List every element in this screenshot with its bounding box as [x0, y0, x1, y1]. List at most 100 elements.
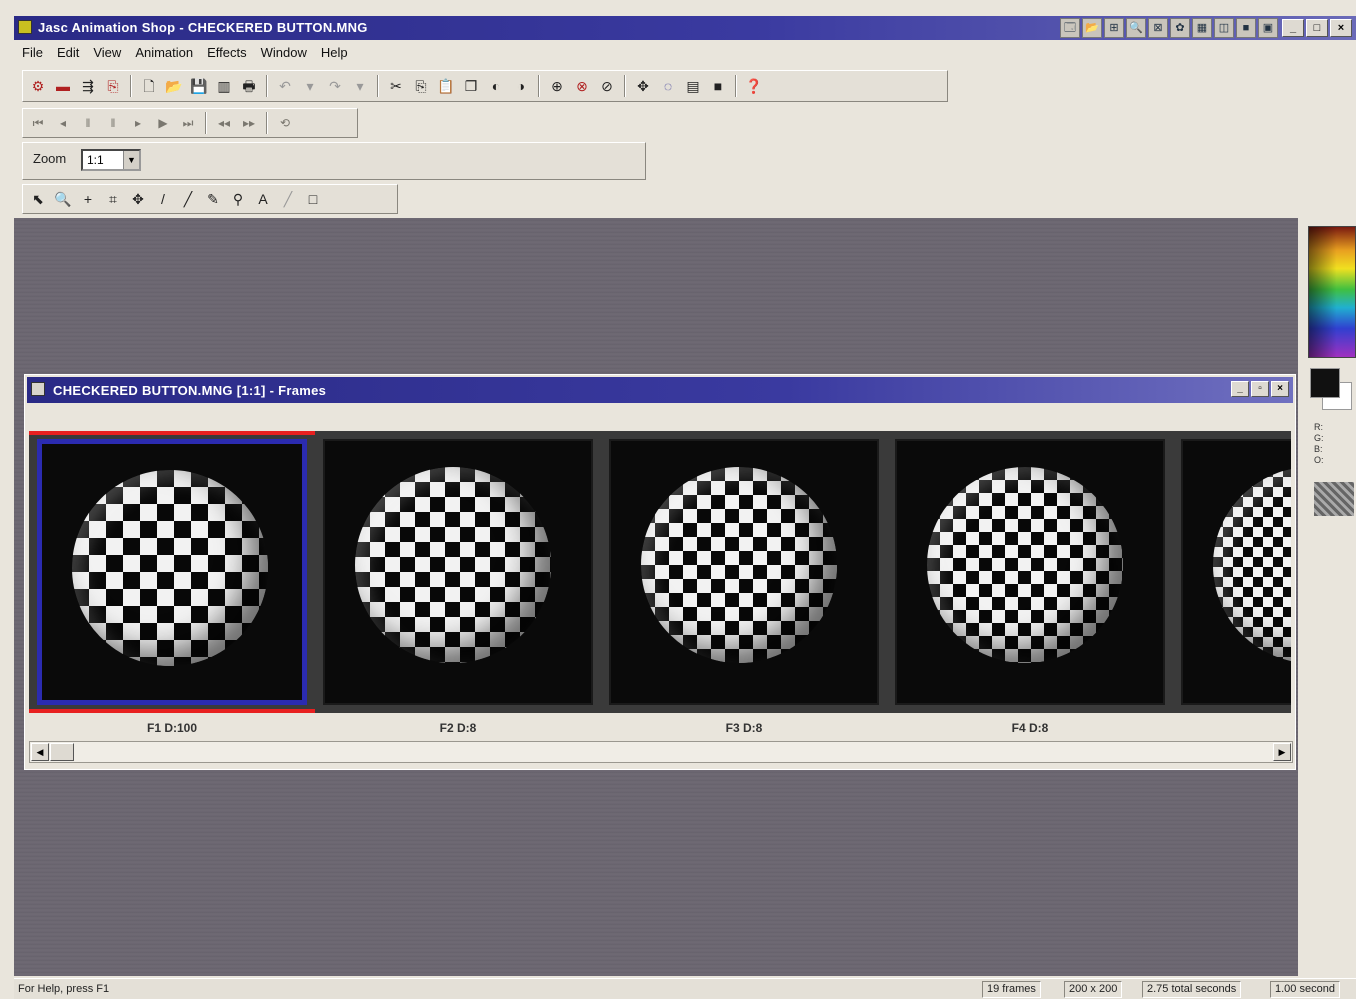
help-icon[interactable]: ❓ — [743, 75, 765, 97]
undo-dropdown-icon[interactable]: ▾ — [299, 75, 321, 97]
app-icon[interactable] — [18, 20, 32, 34]
rectangle-tool-icon[interactable]: □ — [302, 188, 324, 210]
copy-icon[interactable]: ⎘ — [410, 75, 432, 97]
menu-view[interactable]: View — [93, 42, 121, 64]
toolbar-separator — [735, 75, 737, 97]
quick-icon-3[interactable]: ⊞ — [1104, 18, 1124, 38]
frame-label-2: F2 D:8 — [439, 721, 477, 735]
quick-icon-6[interactable]: ✿ — [1170, 18, 1190, 38]
color-palette: R: G: B: O: — [1302, 222, 1356, 522]
menu-edit[interactable]: Edit — [57, 42, 79, 64]
paintbrush-tool-icon[interactable]: / — [152, 188, 174, 210]
zoom-select[interactable]: 1:1 ▼ — [81, 149, 141, 171]
new-icon[interactable]: 🗋 — [138, 75, 160, 97]
crosshair-tool-icon[interactable]: + — [77, 188, 99, 210]
horizontal-scrollbar[interactable]: ◀ ▶ — [29, 741, 1293, 763]
line-tool-icon[interactable]: ╱ — [277, 188, 299, 210]
quick-icon-1[interactable]: 🗔 — [1060, 18, 1080, 38]
banner-icon[interactable]: ▬ — [52, 75, 74, 97]
frame-thumbnail-1[interactable] — [29, 431, 315, 713]
crop-tool-icon[interactable]: ⌗ — [102, 188, 124, 210]
text-tool-icon[interactable]: A — [252, 188, 274, 210]
loop-icon[interactable]: ⟲ — [274, 112, 296, 134]
fill-tool-icon[interactable]: ⚲ — [227, 188, 249, 210]
close-button[interactable]: × — [1330, 19, 1352, 37]
frame-cell — [37, 439, 307, 705]
quick-icon-5[interactable]: ⊠ — [1148, 18, 1168, 38]
paste-icon[interactable]: 📋 — [435, 75, 457, 97]
rewind-icon[interactable]: ◂◂ — [213, 112, 235, 134]
undo-icon[interactable]: ↶ — [274, 75, 296, 97]
toolbar-separator — [538, 75, 540, 97]
restore-button[interactable]: ▫ — [1251, 381, 1269, 397]
black-fill-icon[interactable]: ■ — [707, 75, 729, 97]
quick-icon-2[interactable]: 📂 — [1082, 18, 1102, 38]
insert-frame-icon[interactable]: ⊕ — [546, 75, 568, 97]
optimize-icon[interactable]: ⇶ — [77, 75, 99, 97]
view-icon[interactable]: ✥ — [632, 75, 654, 97]
app-title: Jasc Animation Shop - CHECKERED BUTTON.M… — [38, 20, 368, 35]
crop-icon[interactable]: ⊘ — [596, 75, 618, 97]
frame-labels: F1 D:100 F2 D:8 F3 D:8 F4 D:8 — [29, 717, 1291, 735]
frame-thumbnail-2[interactable] — [315, 431, 601, 713]
dropper-tool-icon[interactable]: ✎ — [202, 188, 224, 210]
preview-icon[interactable]: ◌ — [657, 75, 679, 97]
zoom-toolbar: Zoom 1:1 ▼ — [22, 142, 646, 180]
close-button[interactable]: × — [1271, 381, 1289, 397]
pattern-swatch[interactable] — [1314, 482, 1354, 516]
paste-before-icon[interactable]: ◐ — [485, 75, 507, 97]
stop-icon[interactable]: ‖ — [102, 112, 124, 134]
frame-thumbnail-4[interactable] — [887, 431, 1173, 713]
scroll-right-icon[interactable]: ▶ — [1273, 743, 1291, 761]
zoom-tool-icon[interactable]: 🔍 — [52, 188, 74, 210]
redo-dropdown-icon[interactable]: ▾ — [349, 75, 371, 97]
color-spectrum[interactable] — [1308, 226, 1356, 358]
cut-icon[interactable]: ✂ — [385, 75, 407, 97]
paste-after-icon[interactable]: ◑ — [510, 75, 532, 97]
frame-cell — [323, 439, 593, 705]
mover-tool-icon[interactable]: ✥ — [127, 188, 149, 210]
previous-frame-icon[interactable]: ◂ — [52, 112, 74, 134]
scroll-thumb[interactable] — [50, 743, 74, 761]
print-icon[interactable]: 🖶 — [238, 75, 260, 97]
menu-effects[interactable]: Effects — [207, 42, 247, 64]
maximize-button[interactable]: □ — [1306, 19, 1328, 37]
document-icon[interactable] — [31, 382, 45, 396]
save-all-icon[interactable]: ▥ — [213, 75, 235, 97]
save-icon[interactable]: 💾 — [188, 75, 210, 97]
pause-icon[interactable]: ‖ — [77, 112, 99, 134]
last-frame-icon[interactable]: ⏭ — [177, 112, 199, 134]
next-frame-icon[interactable]: ▸ — [127, 112, 149, 134]
menu-window[interactable]: Window — [261, 42, 307, 64]
first-frame-icon[interactable]: ⏮ — [27, 112, 49, 134]
frame-thumbnail-5[interactable] — [1173, 431, 1291, 713]
menu-help[interactable]: Help — [321, 42, 348, 64]
scroll-left-icon[interactable]: ◀ — [31, 743, 49, 761]
menu-animation[interactable]: Animation — [135, 42, 193, 64]
play-icon[interactable]: ▶ — [152, 112, 174, 134]
frame-size-icon[interactable]: ▤ — [682, 75, 704, 97]
zoom-icon[interactable]: 🔍 — [1126, 18, 1146, 38]
foreground-color-swatch[interactable] — [1310, 368, 1340, 398]
wizard-icon[interactable]: ⚙ — [27, 75, 49, 97]
quick-icon-10[interactable]: ▣ — [1258, 18, 1278, 38]
frame-thumbnail-3[interactable] — [601, 431, 887, 713]
minimize-button[interactable]: _ — [1231, 381, 1249, 397]
eraser-tool-icon[interactable]: ╱ — [177, 188, 199, 210]
quick-icon-8[interactable]: ◫ — [1214, 18, 1234, 38]
open-icon[interactable]: 📂 — [163, 75, 185, 97]
redo-icon[interactable]: ↷ — [324, 75, 346, 97]
fast-forward-icon[interactable]: ▸▸ — [238, 112, 260, 134]
paste-frame-icon[interactable]: ❐ — [460, 75, 482, 97]
taskbar-icons: 🗔 📂 ⊞ 🔍 ⊠ ✿ ▦ ◫ ■ ▣ — [1060, 18, 1278, 38]
transition-icon[interactable]: ⎘ — [102, 75, 124, 97]
delete-frame-icon[interactable]: ⊗ — [571, 75, 593, 97]
red-value-label: R: — [1314, 422, 1323, 432]
arrow-tool-icon[interactable]: ⬉ — [27, 188, 49, 210]
minimize-button[interactable]: _ — [1282, 19, 1304, 37]
checkered-ball-image — [1213, 467, 1291, 663]
menu-file[interactable]: File — [22, 42, 43, 64]
quick-icon-7[interactable]: ▦ — [1192, 18, 1212, 38]
chevron-down-icon[interactable]: ▼ — [123, 151, 139, 169]
quick-icon-9[interactable]: ■ — [1236, 18, 1256, 38]
